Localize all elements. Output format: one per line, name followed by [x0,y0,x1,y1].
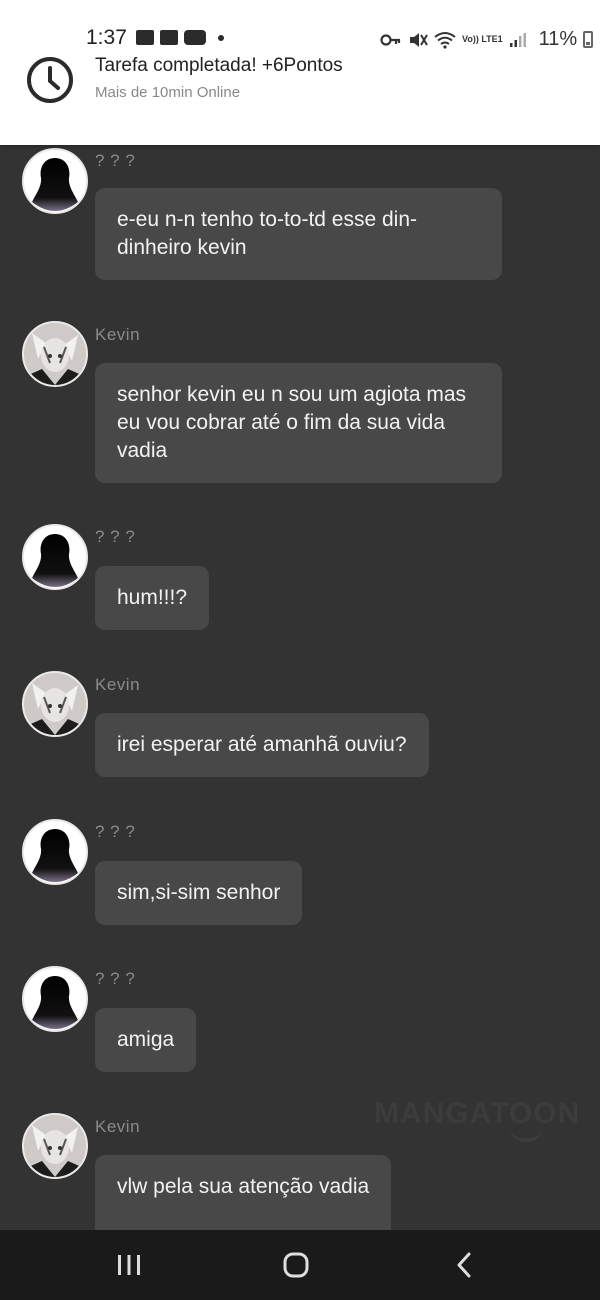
shadow-avatar[interactable] [22,524,88,590]
notification-item[interactable]: Tarefa completada! +6Pontos Mais de 10mi… [0,50,600,110]
recents-button[interactable] [89,1230,169,1300]
shadow-avatar[interactable] [22,966,88,1032]
sender-name: ? ? ? [95,822,136,841]
notification-subtitle: Mais de 10min Online [95,84,241,101]
app-notification-icon [160,30,178,45]
message-bubble[interactable]: sim,si-sim senhor [95,861,303,925]
home-button[interactable] [256,1230,336,1300]
navigation-bar [0,1230,600,1300]
status-time: 1:37 [86,26,127,49]
kevin-avatar[interactable] [22,1113,88,1179]
notification-panel[interactable]: 1:37 Vo)) LTE1 11% Tarefa completada! +6… [0,0,600,145]
recents-icon [118,1255,140,1275]
mangatoon-watermark: MANGATOON [374,1097,581,1130]
sender-name: ? ? ? [95,969,136,988]
sender-name: Kevin [95,675,141,694]
kevin-avatar[interactable] [22,321,88,387]
message-bubble[interactable]: senhor kevin eu n sou um agiota mas eu v… [95,363,502,483]
message-bubble[interactable]: hum!!!? [95,566,210,630]
battery-icon [583,31,594,48]
home-icon [283,1252,309,1278]
key-icon [380,33,401,46]
mute-icon [410,32,428,47]
message-bubble[interactable]: vlw pela sua atenção vadia [95,1155,392,1230]
network-type-label: Vo)) LTE1 [462,34,503,44]
back-icon [457,1252,471,1278]
message-bubble[interactable]: amiga [95,1008,197,1072]
signal-icon [509,32,526,47]
battery-percentage: 11% [538,28,578,50]
status-left-icons [136,30,224,45]
sender-name: ? ? ? [95,527,136,546]
message-bubble[interactable]: e-eu n-n tenho to-to-td esse din-dinheir… [95,188,502,280]
youtube-icon [184,30,206,45]
message-bubble[interactable]: irei esperar até amanhã ouviu? [95,713,429,777]
more-notifications-dot-icon [218,34,224,41]
shadow-avatar[interactable] [22,148,88,214]
wifi-icon [434,31,456,49]
sender-name: Kevin [95,325,141,344]
clock-icon [27,57,73,103]
chat-area[interactable]: ? ? ? e-eu n-n tenho to-to-td esse din-d… [0,145,600,1230]
notification-title: Tarefa completada! +6Pontos [95,55,343,76]
kevin-avatar[interactable] [22,671,88,737]
sender-name: ? ? ? [95,151,136,170]
back-button[interactable] [424,1230,504,1300]
status-right-icons: Vo)) LTE1 11% [380,28,594,51]
gallery-icon [136,30,154,45]
sender-name: Kevin [95,1117,141,1136]
shadow-avatar[interactable] [22,819,88,885]
